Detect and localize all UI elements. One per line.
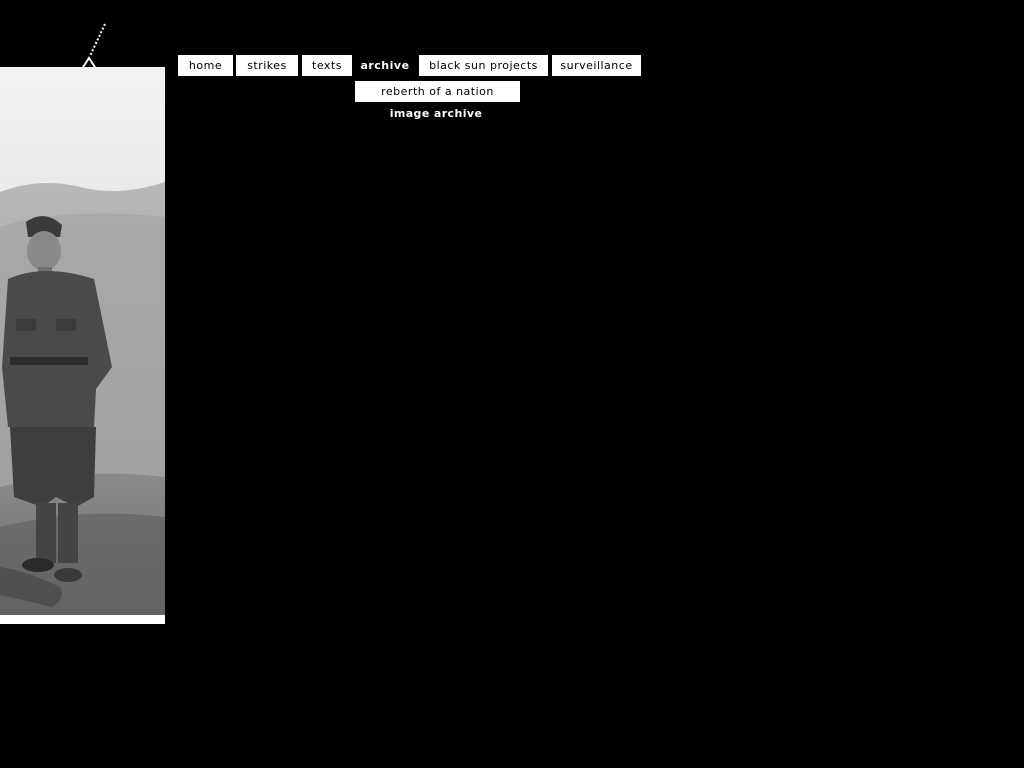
submenu-rebirth-of-a-nation[interactable]: reberth of a nation: [355, 81, 520, 102]
submenu-image-archive[interactable]: image archive: [376, 107, 496, 120]
page: home strikes texts archive black sun pro…: [0, 0, 1024, 768]
nav-home-button[interactable]: home: [178, 55, 233, 76]
soldier-photograph[interactable]: [0, 67, 165, 624]
nav-archive-button[interactable]: archive: [356, 55, 414, 76]
nav-texts-button[interactable]: texts: [302, 55, 352, 76]
nav-surveillance-button[interactable]: surveillance: [552, 55, 641, 76]
nav-strikes-button[interactable]: strikes: [236, 55, 298, 76]
nav-black-sun-projects-button[interactable]: black sun projects: [419, 55, 548, 76]
